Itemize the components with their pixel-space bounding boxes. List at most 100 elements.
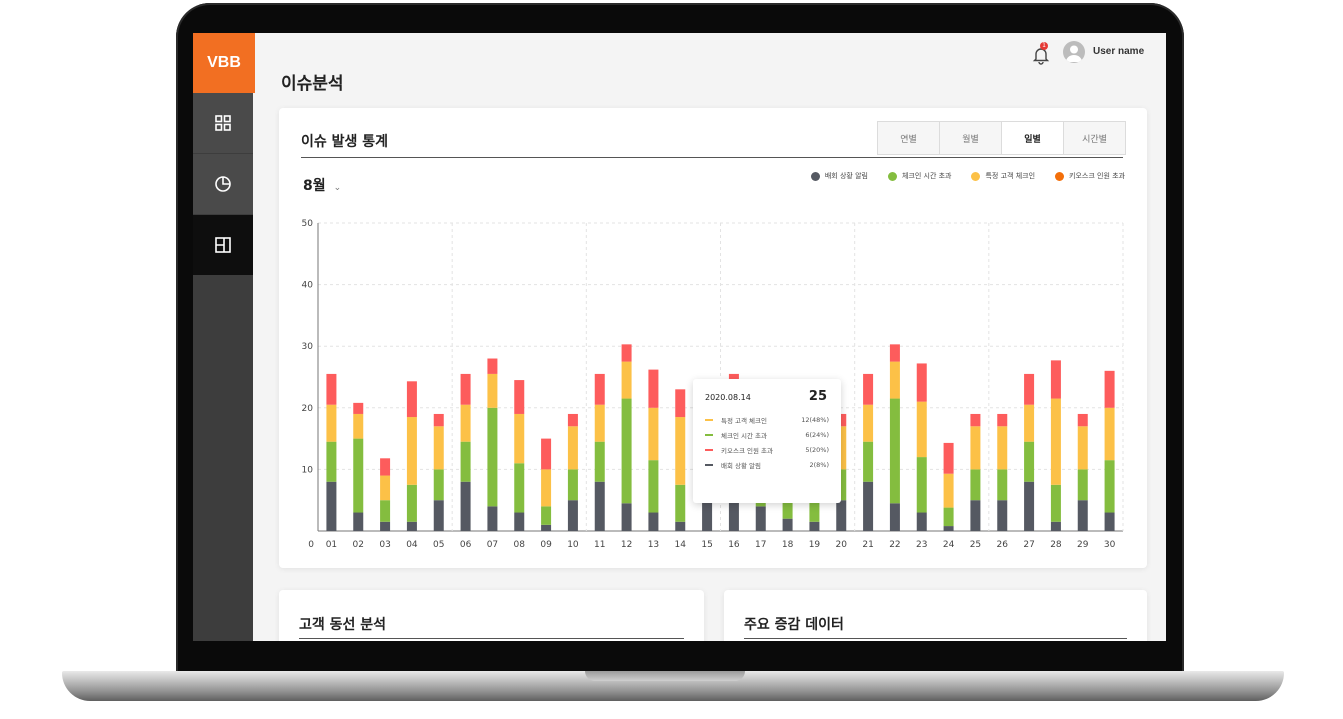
- bar-segment: [567, 500, 578, 531]
- x-tick-label: 16: [728, 540, 740, 550]
- bar-segment: [594, 441, 605, 482]
- y-tick-label: 0: [308, 540, 314, 550]
- bar-segment: [380, 458, 391, 476]
- bar-segment: [353, 413, 364, 439]
- bar-segment: [380, 521, 391, 531]
- x-tick-label: 21: [862, 540, 873, 550]
- x-tick-label: 07: [487, 540, 498, 550]
- grid-icon: [215, 115, 231, 131]
- bar-segment: [353, 512, 364, 531]
- divider: [744, 638, 1127, 639]
- bar-segment: [433, 413, 444, 427]
- bar-segment: [326, 481, 337, 531]
- bar-segment: [514, 463, 525, 513]
- x-tick-label: 20: [836, 540, 848, 550]
- x-tick-label: 27: [1023, 540, 1034, 550]
- bar-segment: [460, 441, 471, 482]
- bar-segment: [1104, 512, 1115, 531]
- bar-segment: [675, 484, 686, 522]
- bar-segment: [460, 404, 471, 442]
- x-tick-label: 09: [540, 540, 552, 550]
- user-icon: [1066, 45, 1082, 62]
- bar-segment: [755, 506, 766, 531]
- bar-segment: [406, 381, 417, 418]
- bar-segment: [1024, 441, 1035, 482]
- bar-segment: [836, 500, 847, 531]
- avatar[interactable]: [1063, 41, 1085, 63]
- bar-segment: [380, 475, 391, 501]
- bar-segment: [997, 469, 1008, 501]
- bar-segment: [1050, 521, 1061, 531]
- tooltip-date: 2020.08.14: [705, 393, 751, 402]
- bar-segment: [1104, 460, 1115, 513]
- x-tick-label: 28: [1050, 540, 1062, 550]
- x-tick-label: 22: [889, 540, 900, 550]
- x-tick-label: 12: [621, 540, 632, 550]
- customer-path-card: 고객 동선 분석: [279, 590, 704, 641]
- bar-segment: [1077, 426, 1088, 470]
- bar-segment: [943, 526, 954, 531]
- bar-segment: [970, 413, 981, 427]
- bar-segment: [1024, 481, 1035, 531]
- tooltip-swatch: [705, 449, 713, 451]
- bar-segment: [1050, 398, 1061, 485]
- bar-segment: [916, 401, 927, 458]
- bar-segment: [487, 358, 498, 374]
- pie-chart-icon: [215, 176, 231, 192]
- bar-segment: [567, 469, 578, 501]
- y-tick-label: 10: [302, 465, 314, 475]
- bar-segment: [594, 481, 605, 531]
- bar-segment: [1050, 360, 1061, 399]
- tooltip-label: 체크인 시간 초과: [721, 432, 767, 440]
- bar-segment: [889, 344, 900, 362]
- bar-segment: [353, 402, 364, 414]
- tooltip-value: 5(20%): [805, 446, 829, 454]
- tooltip-label: 배회 상황 알림: [721, 462, 762, 470]
- bar-segment: [514, 380, 525, 414]
- x-tick-label: 15: [701, 540, 712, 550]
- tooltip-value: 2(8%): [809, 461, 829, 469]
- user-name[interactable]: User name: [1093, 46, 1144, 57]
- y-tick-label: 30: [302, 342, 314, 352]
- x-tick-label: 01: [326, 540, 337, 550]
- bar-segment: [514, 413, 525, 464]
- bar-segment: [648, 369, 659, 408]
- bar-segment: [863, 481, 874, 531]
- bar-segment: [863, 441, 874, 482]
- bar-segment: [621, 344, 632, 362]
- bar-segment: [889, 398, 900, 504]
- bar-segment: [487, 506, 498, 531]
- bar-segment: [326, 373, 337, 405]
- x-tick-label: 05: [433, 540, 444, 550]
- bar-segment: [621, 503, 632, 531]
- y-tick-label: 50: [302, 219, 314, 229]
- bar-segment: [648, 512, 659, 531]
- bar-segment: [970, 500, 981, 531]
- bar-segment: [943, 473, 954, 508]
- bar-segment: [433, 500, 444, 531]
- bar-segment: [863, 373, 874, 405]
- nav-statistics[interactable]: [193, 154, 253, 214]
- bar-segment: [433, 469, 444, 501]
- bar-segment: [782, 518, 793, 531]
- bar-segment: [916, 457, 927, 513]
- y-tick-label: 20: [302, 404, 314, 414]
- tooltip-row: 배회 상황 알림 2(8%): [705, 459, 829, 471]
- card-title: 주요 증감 데이터: [744, 617, 844, 633]
- bar-segment: [675, 521, 686, 531]
- tooltip-swatch: [705, 464, 713, 466]
- x-tick-label: 13: [648, 540, 659, 550]
- bar-segment: [702, 500, 713, 531]
- bar-segment: [460, 481, 471, 531]
- app-screen: VBB 이슈분석 1 User name 이슈 발생 통계 연별 월별 일별 시…: [193, 33, 1166, 641]
- issue-statistics-card: 이슈 발생 통계 연별 월별 일별 시간별 8월 ⌄ 배회 상황 알림 체크인 시…: [279, 108, 1147, 568]
- bar-segment: [514, 512, 525, 531]
- laptop-notch: [585, 671, 745, 681]
- tooltip-row: 키오스크 인원 초과 5(20%): [705, 444, 829, 456]
- x-tick-label: 14: [675, 540, 687, 550]
- app-logo[interactable]: VBB: [193, 33, 255, 93]
- bar-segment: [970, 426, 981, 470]
- bar-segment: [943, 442, 954, 474]
- nav-issue-analysis[interactable]: [193, 215, 253, 275]
- nav-dashboard[interactable]: [193, 93, 253, 153]
